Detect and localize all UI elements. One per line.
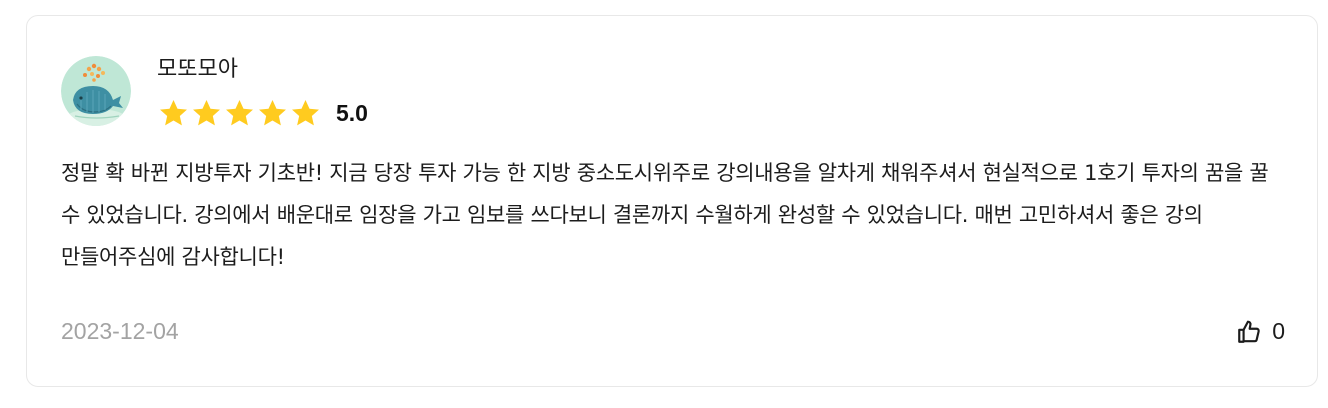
- rating-value: 5.0: [336, 99, 368, 126]
- avatar: [61, 56, 131, 126]
- whale-avatar-icon: [61, 56, 131, 126]
- star-icon: [193, 99, 220, 125]
- review-card: 모또모아 5.0 정말 확 바뀐 지방투자 기초반! 지금 당장 투자 가능 한…: [26, 15, 1318, 387]
- like-count: 0: [1272, 318, 1285, 344]
- review-date: 2023-12-04: [61, 318, 179, 344]
- star-rating: [157, 97, 322, 130]
- star-icon: [226, 99, 253, 125]
- like-button[interactable]: 0: [1236, 318, 1285, 345]
- review-author: 모또모아: [157, 57, 238, 82]
- star-icon: [259, 99, 286, 125]
- star-icon: [292, 99, 319, 125]
- star-icon: [160, 99, 187, 125]
- review-text: 정말 확 바뀐 지방투자 기초반! 지금 당장 투자 가능 한 지방 중소도시위…: [61, 161, 1269, 269]
- thumbs-up-icon: [1238, 320, 1260, 343]
- rating-row: 5.0: [157, 96, 368, 130]
